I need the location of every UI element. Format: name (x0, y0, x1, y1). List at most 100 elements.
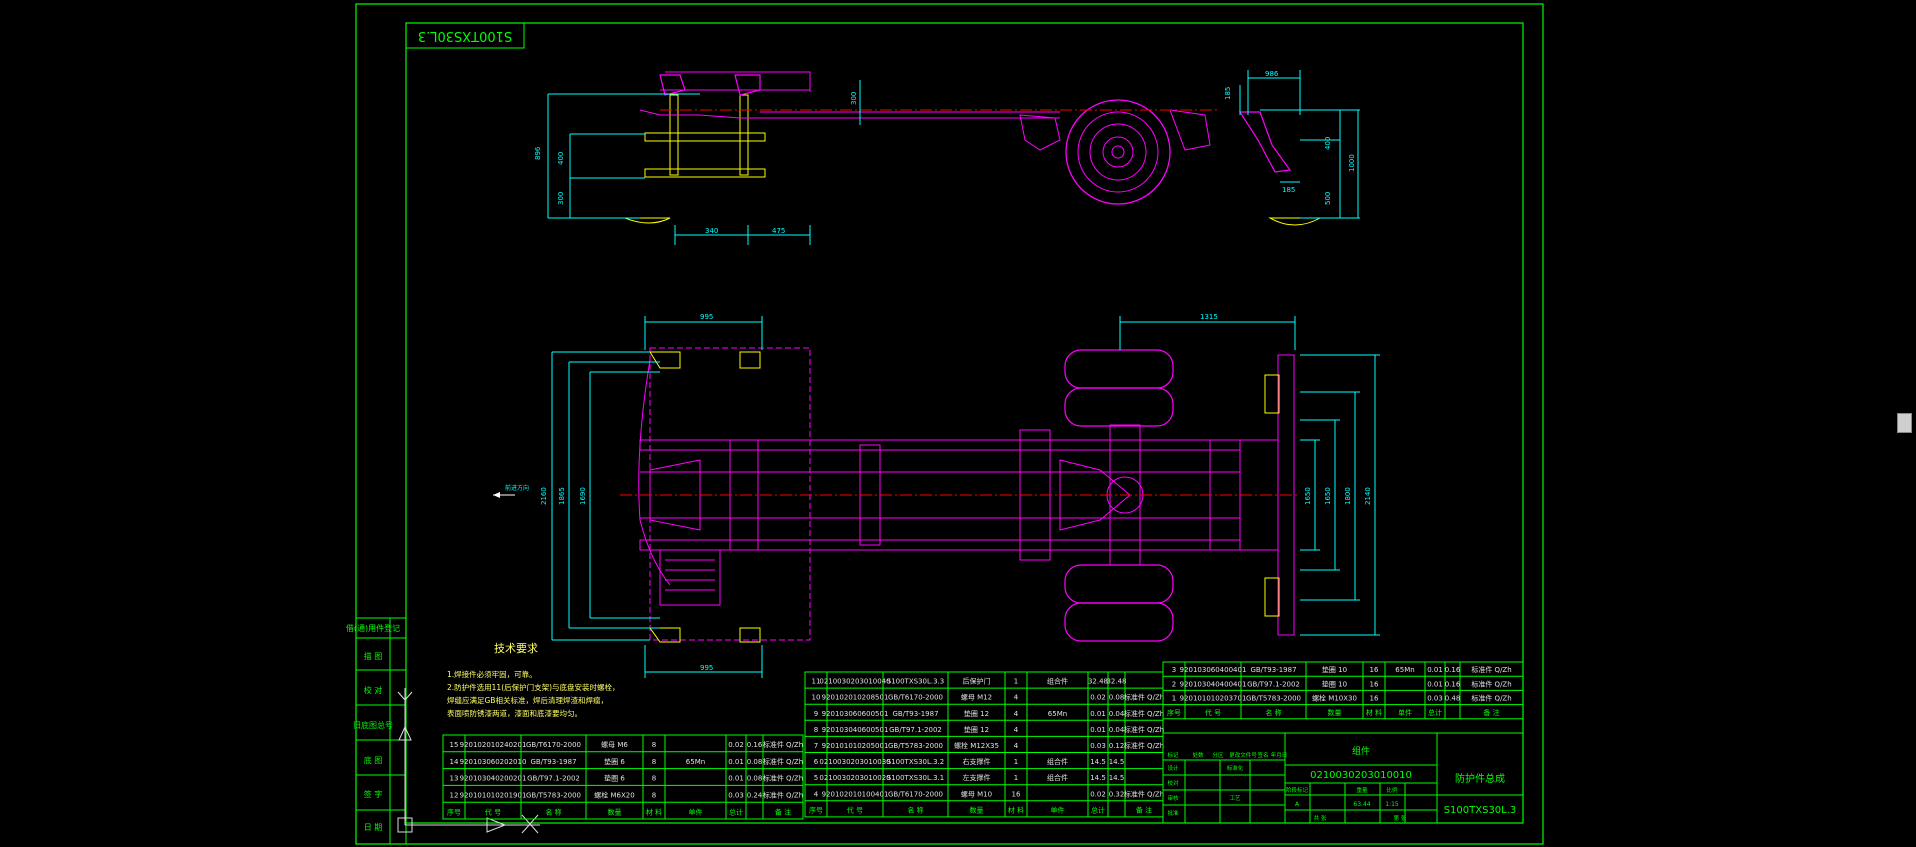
bom-cell-note: 标准件 Q/Zh (1124, 789, 1164, 798)
bom-cell-code: 920103060400401 (1180, 666, 1247, 674)
bom-cell-w1: 0.03 (1427, 695, 1443, 703)
bom-header-cell: 名 称 (907, 805, 923, 814)
dim-text: 2160 (540, 487, 548, 505)
tb-label: 签名 (1257, 751, 1268, 759)
tb-label: 标记 (1167, 751, 1179, 759)
dim-text: 185 (1282, 186, 1295, 194)
bom-header-cell: 总计 (729, 807, 743, 816)
bom-cell-mat: 组合件 (1047, 773, 1068, 782)
bom-header-cell: 序号 (809, 805, 823, 814)
bom-cell-qty: 16 (1012, 790, 1021, 798)
bom-header-cell: 代 号 (485, 807, 501, 816)
tb-stage: A (1295, 801, 1300, 808)
bom-header-cell: 备 注 (775, 807, 791, 816)
bom-table-right: 3 920103060400401 GB/T93-1987 垫圈 10 16 65Mn 0.… (1162, 661, 1524, 720)
bom-cell-code: 920102010208501 (822, 694, 889, 702)
bom-cell-std: GB/T5783-2000 (526, 791, 581, 799)
tb-label: 批准 (1167, 809, 1179, 817)
bom-cell-qty: 8 (652, 758, 656, 766)
bom-cell-w1: 0.01 (1427, 666, 1443, 674)
bom-cell-std: GB/T6170-2000 (526, 741, 581, 749)
bom-cell-name: 螺栓 M10X30 (1312, 694, 1357, 703)
chassis-plan-view: 前进方向 (493, 347, 1300, 643)
dim-text: 1690 (579, 487, 587, 505)
bom-cell-code: 0210030203010020 (819, 774, 890, 782)
bom-cell-std: GB/T6170-2000 (888, 790, 943, 798)
dim-text: 1865 (558, 487, 566, 505)
bom-cell-seq: 7 (814, 742, 818, 750)
bom-header-cell: 单件 (1051, 805, 1065, 814)
notes-title: 技术要求 (494, 642, 538, 655)
bom-cell-code: 0210030203010030 (819, 758, 890, 766)
bom-cell-qty: 8 (652, 775, 656, 783)
outer-frame (355, 3, 1544, 845)
tb-label: 共 张 (1314, 814, 1327, 822)
bom-header-cell: 代 号 (1205, 708, 1221, 717)
bom-header-cell: 名 称 (1265, 708, 1281, 717)
bom-cell-w2: 0.04 (1109, 726, 1125, 734)
cad-viewport[interactable]: S100TXS30L.3 借(通)用件登记 描 图 校 对 旧底图总号 底 图 … (0, 0, 1916, 847)
bom-cell-mat: 65Mn (686, 758, 705, 766)
bom-cell-name: 螺母 M6 (601, 740, 628, 749)
vertical-scrollbar[interactable] (1894, 0, 1916, 847)
bom-cell-std: GB/T5783-2000 (1246, 695, 1301, 703)
bom-cell-seq: 12 (450, 791, 459, 799)
bom-header-cell: 数量 (608, 807, 622, 816)
bom-header-cell: 序号 (1167, 708, 1181, 717)
bom-cell-w2: 0.32 (1109, 790, 1125, 798)
dim-text: 300 (557, 192, 565, 205)
note-line-3: 焊缝应满足GB相关标准，焊后清理焊渣和焊瘤， (447, 695, 608, 705)
cad-drawing-canvas[interactable]: S100TXS30L.3 借(通)用件登记 描 图 校 对 旧底图总号 底 图 … (0, 0, 1916, 847)
bom-cell-code: 920102010240201 (460, 741, 527, 749)
title-block: 组件 0210030203010010 防护件总成 S100TXS30L.3 A… (1162, 732, 1524, 824)
tb-material-label: 组件 (1352, 745, 1370, 757)
side-stamp-column: 借(通)用件登记 描 图 校 对 旧底图总号 底 图 签 字 日 期 (346, 617, 407, 845)
bom-cell-w1: 32.48 (1088, 678, 1108, 686)
bom-cell-name: 后保护门 (963, 677, 991, 686)
side-elevation-dimensions: 896 400 300 340 475 986 400 1000 500 185… (534, 70, 1360, 245)
bom-cell-name: 螺母 M10 (961, 789, 992, 798)
bom-cell-w2: 14.5 (1109, 774, 1125, 782)
bom-cell-w1: 0.01 (728, 758, 744, 766)
bom-cell-w2: 32.48 (1106, 678, 1126, 686)
tb-label: 比例 (1386, 786, 1398, 794)
bom-cell-w1: 14.5 (1090, 774, 1106, 782)
bom-cell-std: S100TXS30L.3.1 (887, 774, 944, 782)
bom-cell-code: 920102010100401 (822, 790, 889, 798)
bom-header-cell: 数量 (1328, 708, 1342, 717)
bom-cell-seq: 9 (814, 710, 818, 718)
note-line-2: 2.防护件选用11(后保护门支架)与底盘安装时螺栓， (447, 682, 620, 692)
bom-cell-seq: 8 (814, 726, 818, 734)
bom-cell-name: 螺母 M12 (961, 693, 992, 702)
tb-name: 防护件总成 (1455, 772, 1505, 785)
bom-cell-w2: 14.5 (1109, 758, 1125, 766)
bom-header-cell: 单件 (689, 807, 703, 816)
bom-header-cell: 备 注 (1136, 805, 1152, 814)
dim-text: 1650 (1304, 487, 1312, 505)
bom-cell-seq: 15 (450, 741, 459, 749)
bom-cell-code: 920101010205001 (822, 742, 889, 750)
bom-cell-w1: 0.01 (1090, 710, 1106, 718)
bom-cell-std: GB/T93-1987 (1250, 666, 1296, 674)
scrollbar-thumb[interactable] (1897, 413, 1912, 433)
tb-weight: 63.44 (1353, 801, 1370, 808)
bom-cell-w2: 0.08 (747, 758, 763, 766)
bom-cell-qty: 4 (1014, 742, 1019, 750)
bom-cell-note: 标准件 Q/Zh (1471, 694, 1511, 703)
bom-cell-mat: 组合件 (1047, 757, 1068, 766)
bom-cell-code: 920101010201901 (460, 791, 527, 799)
bom-cell-note: 标准件 Q/Zh (1124, 725, 1164, 734)
dim-text: 1800 (1344, 487, 1352, 505)
tb-code: S100TXS30L.3 (1444, 805, 1517, 816)
bom-cell-note: 标准件 Q/Zh (763, 757, 803, 766)
bom-header-cell: 材 料 (1366, 708, 1382, 717)
dim-text: 896 (534, 146, 542, 160)
bom-cell-seq: 4 (814, 790, 819, 798)
bom-cell-mat: 65Mn (1395, 666, 1414, 674)
bom-cell-w1: 0.01 (1090, 726, 1106, 734)
bom-cell-w1: 14.5 (1090, 758, 1106, 766)
bom-cell-note: 标准件 Q/Zh (763, 774, 803, 783)
tb-label: 标准化 (1227, 764, 1244, 772)
dim-text: 995 (700, 664, 713, 672)
tb-label: 工艺 (1229, 795, 1241, 802)
